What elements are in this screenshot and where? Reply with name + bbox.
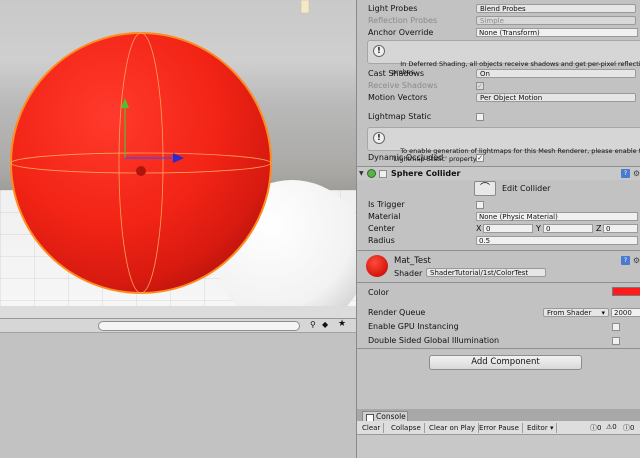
- lightmap-static-label: Lightmap Static: [368, 112, 432, 121]
- sphere-collider-icon: [367, 169, 376, 178]
- favorite-icon[interactable]: ★: [338, 319, 346, 329]
- help-book-icon[interactable]: ?: [621, 256, 630, 265]
- deferred-shading-helpbox: ! In Deferred Shading, all objects recei…: [367, 40, 640, 76]
- center-z-label: Z: [596, 224, 602, 233]
- render-queue-mode-dropdown[interactable]: From Shader ▾: [543, 308, 609, 317]
- anchor-override-field[interactable]: None (Transform): [476, 28, 638, 37]
- info-icon: !: [373, 45, 385, 57]
- edit-collider-icon: ⌒: [480, 183, 490, 194]
- material-name: Mat_Test: [394, 256, 431, 266]
- center-y-label: Y: [536, 224, 541, 233]
- double-sided-gi-checkbox[interactable]: [612, 337, 620, 345]
- color-swatch[interactable]: [612, 287, 640, 296]
- console-log-area[interactable]: [357, 435, 640, 458]
- clear-button[interactable]: Clear: [359, 423, 385, 433]
- reflection-probes-dropdown[interactable]: Simple: [476, 16, 636, 25]
- double-sided-gi-label: Double Sided Global Illumination: [368, 336, 500, 345]
- motion-vectors-label: Motion Vectors: [368, 93, 428, 102]
- cast-shadows-dropdown[interactable]: On: [476, 69, 636, 78]
- edit-collider-button[interactable]: ⌒: [474, 181, 496, 196]
- warning-count-toggle[interactable]: ⚠0: [606, 423, 617, 431]
- directional-light-gizmo[interactable]: [300, 0, 310, 14]
- component-separator: [357, 282, 640, 283]
- center-z-field[interactable]: 0: [603, 224, 638, 233]
- sphere-collider-title: Sphere Collider: [391, 169, 461, 178]
- sphere-collider-enabled-checkbox[interactable]: [379, 170, 387, 178]
- pivot-marker: [136, 166, 146, 176]
- settings-gear-icon[interactable]: ⚙: [632, 256, 640, 265]
- console-panel: Console Clear Collapse Clear on Play Err…: [356, 409, 640, 458]
- center-x-label: X: [476, 224, 482, 233]
- center-x-field[interactable]: 0: [483, 224, 533, 233]
- dynamic-occluded-checkbox[interactable]: ✓: [476, 154, 484, 162]
- render-queue-value-field[interactable]: 2000: [611, 308, 640, 317]
- help-book-icon[interactable]: ?: [621, 169, 630, 178]
- add-component-button[interactable]: Add Component: [429, 355, 582, 370]
- project-toolbar: ⚲ ◆ ★: [0, 319, 356, 333]
- shader-label: Shader: [394, 269, 423, 278]
- edit-collider-label: Edit Collider: [502, 184, 551, 193]
- editor-dropdown-label: Editor: [527, 424, 548, 432]
- gpu-instancing-checkbox[interactable]: [612, 323, 620, 331]
- error-count-toggle[interactable]: ⓘ0: [623, 423, 634, 433]
- material-preview-sphere[interactable]: [366, 255, 388, 277]
- info-count-icon: ⓘ: [590, 424, 597, 432]
- collider-material-label: Material: [368, 212, 401, 221]
- anchor-override-label: Anchor Override: [368, 28, 434, 37]
- is-trigger-label: Is Trigger: [368, 200, 405, 209]
- error-pause-button[interactable]: Error Pause: [476, 423, 523, 433]
- cast-shadows-label: Cast Shadows: [368, 69, 425, 78]
- dynamic-occluded-label: Dynamic Occluded: [368, 153, 444, 162]
- radius-field[interactable]: 0.5: [476, 236, 638, 245]
- collider-material-field[interactable]: None (Physic Material): [476, 212, 638, 221]
- color-label: Color: [368, 288, 389, 297]
- radius-label: Radius: [368, 236, 395, 245]
- lightmap-static-checkbox[interactable]: [476, 113, 484, 121]
- project-search-input[interactable]: [98, 321, 300, 331]
- light-probes-label: Light Probes: [368, 4, 418, 13]
- scene-canvas[interactable]: [0, 0, 356, 306]
- error-icon: ⓘ: [623, 424, 630, 432]
- component-separator: [357, 250, 640, 251]
- scene-view[interactable]: [0, 0, 356, 306]
- receive-shadows-checkbox[interactable]: ✓: [476, 82, 484, 90]
- is-trigger-checkbox[interactable]: [476, 201, 484, 209]
- gpu-instancing-label: Enable GPU Instancing: [368, 322, 459, 331]
- editor-dropdown[interactable]: Editor ▾: [524, 423, 558, 433]
- settings-gear-icon[interactable]: ⚙: [632, 169, 640, 178]
- center-y-field[interactable]: 0: [543, 224, 593, 233]
- motion-vectors-dropdown[interactable]: Per Object Motion: [476, 93, 636, 102]
- render-queue-label: Render Queue: [368, 308, 426, 317]
- render-queue-mode-text: From Shader: [547, 309, 592, 317]
- warning-count: 0: [612, 423, 617, 431]
- error-count: 0: [630, 424, 635, 432]
- project-panel: [0, 319, 356, 458]
- filter-by-label-icon[interactable]: ◆: [322, 320, 328, 329]
- lightmap-helpbox: ! To enable generation of lightmaps for …: [367, 127, 640, 163]
- foldout-arrow-icon[interactable]: ▼: [359, 170, 364, 177]
- log-count-toggle[interactable]: ⓘ0: [590, 423, 601, 433]
- console-tab-label: Console: [376, 412, 406, 421]
- collapse-button[interactable]: Collapse: [388, 423, 425, 433]
- sphere-collider-header[interactable]: ▼ Sphere Collider ? ⚙: [357, 167, 640, 180]
- red-sphere[interactable]: [10, 32, 272, 294]
- shader-dropdown[interactable]: ShaderTutorial/1st/ColorTest: [426, 268, 546, 277]
- filter-by-type-icon[interactable]: ⚲: [310, 320, 316, 329]
- info-icon: !: [373, 132, 385, 144]
- reflection-probes-label: Reflection Probes: [368, 16, 438, 25]
- dropdown-arrow-icon: ▾: [601, 309, 605, 317]
- receive-shadows-label: Receive Shadows: [368, 81, 438, 90]
- scene-bottom-bar: [0, 306, 356, 319]
- center-label: Center: [368, 224, 395, 233]
- inspector-panel: Light Probes Blend Probes Reflection Pro…: [356, 0, 640, 409]
- log-count: 0: [597, 424, 602, 432]
- light-probes-dropdown[interactable]: Blend Probes: [476, 4, 636, 13]
- component-separator: [357, 348, 640, 349]
- console-toolbar: Clear Collapse Clear on Play Error Pause…: [357, 421, 640, 435]
- console-tab-row: Console: [357, 409, 640, 422]
- clear-on-play-button[interactable]: Clear on Play: [426, 423, 480, 433]
